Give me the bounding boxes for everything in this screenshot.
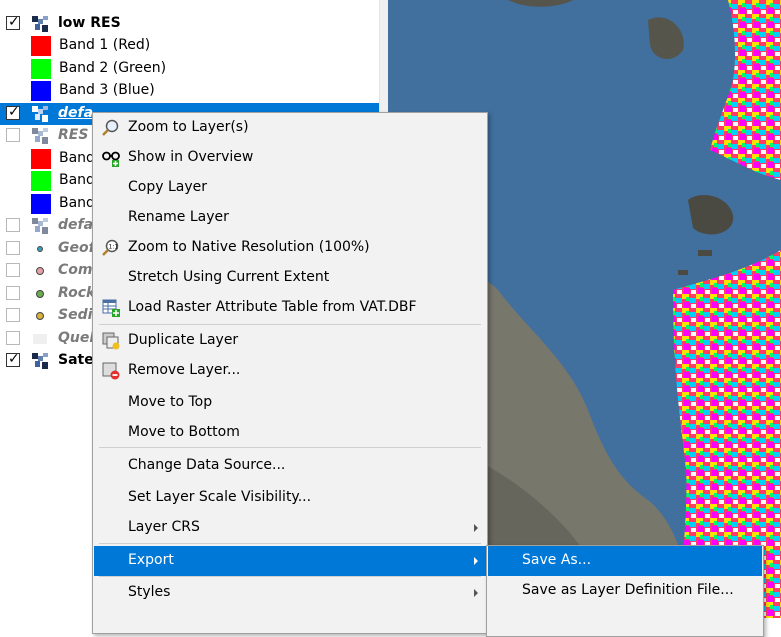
menu-item-export[interactable]: Export	[94, 546, 486, 576]
point-symbol-icon	[37, 246, 43, 252]
band-row: Band 2 (Green)	[0, 58, 379, 80]
overview-icon	[102, 151, 120, 167]
band-color-swatch	[31, 59, 51, 79]
menu-item-save-as[interactable]: Save As...	[488, 546, 762, 576]
band-color-swatch	[31, 81, 51, 101]
band-row: Band 1 (Red)	[0, 35, 379, 57]
menu-separator	[99, 447, 481, 448]
export-submenu: Save As... Save as Layer Definition File…	[486, 545, 764, 637]
submenu-arrow-icon	[474, 557, 478, 565]
layer-visibility-checkbox[interactable]	[6, 331, 20, 345]
band-row: Band 3 (Blue)	[0, 80, 379, 102]
menu-item-zoom-to-layer[interactable]: Zoom to Layer(s)	[94, 113, 486, 143]
menu-item-remove-layer[interactable]: Remove Layer...	[94, 356, 486, 386]
raster-layer-icon	[32, 106, 48, 122]
layer-visibility-checkbox[interactable]	[6, 128, 20, 142]
layer-visibility-checkbox[interactable]: ✓	[6, 104, 20, 120]
layer-name: RES	[58, 127, 89, 143]
band-label: Band 3 (Blue)	[59, 82, 155, 98]
check-icon: ✓	[8, 351, 20, 367]
layer-visibility-checkbox[interactable]	[6, 218, 20, 232]
remove-icon	[102, 362, 120, 380]
menu-item-layer-crs[interactable]: Layer CRS	[94, 513, 486, 543]
svg-text:1:1: 1:1	[109, 244, 119, 251]
menu-item-scale-visibility[interactable]: Set Layer Scale Visibility...	[94, 483, 486, 513]
layer-visibility-checkbox[interactable]: ✓	[6, 351, 20, 367]
menu-item-duplicate-layer[interactable]: Duplicate Layer	[94, 326, 486, 356]
submenu-arrow-icon	[474, 524, 478, 532]
zoom-layer-icon	[102, 119, 119, 136]
band-color-swatch	[31, 149, 51, 169]
band-label: Band 1 (Red)	[59, 37, 151, 53]
menu-separator	[99, 576, 481, 577]
polygon-layer-icon	[33, 334, 47, 344]
raster-layer-icon	[32, 16, 48, 32]
point-symbol-icon	[36, 267, 44, 275]
check-icon: ✓	[8, 104, 20, 120]
layer-context-menu: Zoom to Layer(s) Show in Overview Copy L…	[92, 112, 488, 634]
layer-row-low-res[interactable]: ✓ low RES	[0, 13, 379, 35]
check-icon: ✓	[8, 14, 20, 30]
menu-item-move-to-top[interactable]: Move to Top	[94, 388, 486, 418]
band-color-swatch	[31, 171, 51, 191]
menu-separator	[99, 543, 481, 544]
menu-item-copy-layer[interactable]: Copy Layer	[94, 173, 486, 203]
menu-item-stretch-extent[interactable]: Stretch Using Current Extent	[94, 263, 486, 293]
menu-item-save-layer-definition[interactable]: Save as Layer Definition File...	[488, 576, 762, 606]
zoom-native-icon: 1:1	[102, 239, 119, 256]
menu-item-change-data-source[interactable]: Change Data Source...	[94, 451, 486, 481]
layer-visibility-checkbox[interactable]	[6, 263, 20, 277]
band-label: Band	[59, 172, 95, 188]
band-label: Band	[59, 150, 95, 166]
menu-item-show-in-overview[interactable]: Show in Overview	[94, 143, 486, 173]
point-symbol-icon	[36, 290, 44, 298]
layer-visibility-checkbox[interactable]: ✓	[6, 14, 20, 30]
layer-name: low RES	[58, 15, 121, 31]
band-color-swatch	[31, 194, 51, 214]
raster-layer-icon	[32, 353, 48, 369]
layer-name: Geof	[58, 240, 95, 256]
menu-item-styles[interactable]: Styles	[94, 578, 486, 608]
layer-visibility-checkbox[interactable]	[6, 241, 20, 255]
menu-item-zoom-native[interactable]: 1:1 Zoom to Native Resolution (100%)	[94, 233, 486, 263]
point-symbol-icon	[36, 312, 44, 320]
raster-layer-icon	[32, 128, 48, 144]
menu-item-move-to-bottom[interactable]: Move to Bottom	[94, 418, 486, 448]
band-label: Band 2 (Green)	[59, 60, 167, 76]
band-color-swatch	[31, 36, 51, 56]
menu-item-rename-layer[interactable]: Rename Layer	[94, 203, 486, 233]
layer-name: defa	[58, 217, 94, 233]
submenu-arrow-icon	[474, 589, 478, 597]
menu-item-load-vat[interactable]: Load Raster Attribute Table from VAT.DBF	[94, 293, 486, 323]
layer-name: defa	[58, 105, 94, 121]
layer-name: Rock	[58, 285, 96, 301]
raster-layer-icon	[32, 218, 48, 234]
band-label: Band	[59, 195, 95, 211]
duplicate-icon	[102, 332, 120, 350]
layer-visibility-checkbox[interactable]	[6, 286, 20, 300]
attribute-table-icon	[102, 299, 120, 317]
layer-visibility-checkbox[interactable]	[6, 308, 20, 322]
menu-separator	[99, 324, 481, 325]
